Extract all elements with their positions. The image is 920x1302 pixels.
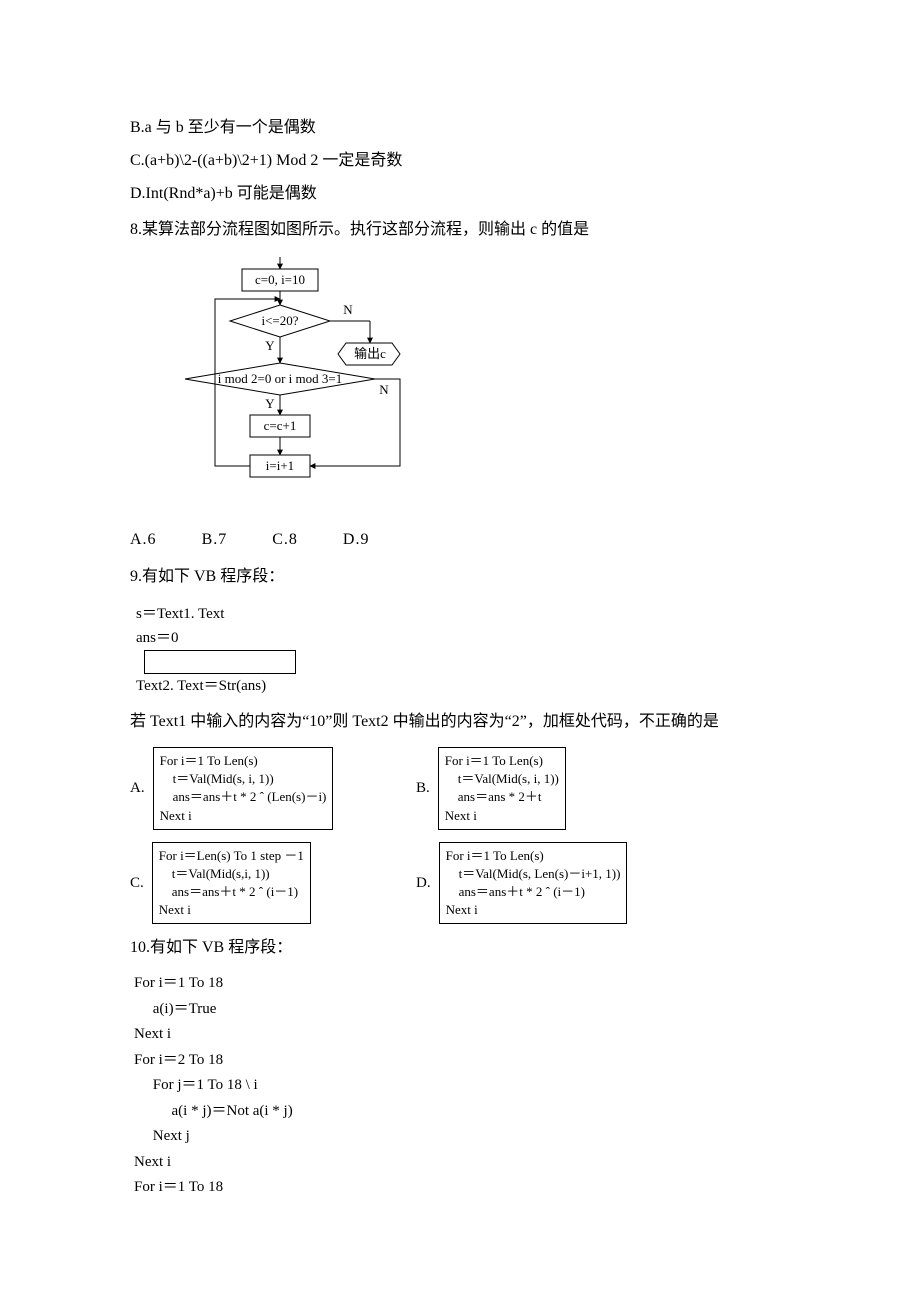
code-b: For i＝1 To Len(s) t＝Val(Mid(s, i, 1)) an… <box>438 747 566 830</box>
q8-b: B.7 <box>202 526 228 555</box>
fc-init: c=0, i=10 <box>255 272 305 287</box>
fc-y1: Y <box>265 338 275 353</box>
q8-a: A.6 <box>130 526 157 555</box>
fc-step: c=c+1 <box>264 418 297 433</box>
q9-code: s＝Text1. Text ans＝0 Text2. Text＝Str(ans) <box>136 602 790 699</box>
q10-code: For i＝1 To 18 a(i)＝True Next i For i＝2 T… <box>134 971 790 1201</box>
q9-opt-b: B. For i＝1 To Len(s) t＝Val(Mid(s, i, 1))… <box>416 747 696 830</box>
q9-l2: ans＝0 <box>136 626 790 650</box>
q9-opt-d: D. For i＝1 To Len(s) t＝Val(Mid(s, Len(s)… <box>416 842 696 925</box>
q9-title: 9.有如下 VB 程序段： <box>130 563 790 592</box>
fc-cond2: i mod 2=0 or i mod 3=1 <box>218 371 342 386</box>
q9-l1: s＝Text1. Text <box>136 602 790 626</box>
q9-opt-a: A. For i＝1 To Len(s) t＝Val(Mid(s, i, 1))… <box>130 747 400 830</box>
q9-l3: Text2. Text＝Str(ans) <box>136 674 790 698</box>
label-b: B. <box>416 775 430 802</box>
code-a: For i＝1 To Len(s) t＝Val(Mid(s, i, 1)) an… <box>153 747 334 830</box>
q8-d: D.9 <box>343 526 370 555</box>
fc-inc: i=i+1 <box>266 458 294 473</box>
fc-out: 输出c <box>354 346 386 361</box>
q8-choices: A.6 B.7 C.8 D.9 <box>130 526 790 555</box>
fc-cond1: i<=20? <box>261 313 298 328</box>
label-a: A. <box>130 775 145 802</box>
code-blank <box>144 650 296 674</box>
opt-b: B.a 与 b 至少有一个是偶数 <box>130 114 790 143</box>
q8-c: C.8 <box>272 526 298 555</box>
label-c: C. <box>130 870 144 897</box>
q9-opt-c: C. For i＝Len(s) To 1 step －1 t＝Val(Mid(s… <box>130 842 400 925</box>
flowchart-q8: c=0, i=10 i<=20? N 输出c Y i mod 2=0 or i … <box>160 255 790 516</box>
q9-blank-line <box>136 650 790 675</box>
q10-title: 10.有如下 VB 程序段： <box>130 934 790 963</box>
label-d: D. <box>416 870 431 897</box>
code-c: For i＝Len(s) To 1 step －1 t＝Val(Mid(s,i,… <box>152 842 311 925</box>
fc-y2: Y <box>265 396 275 411</box>
opt-c: C.(a+b)\2-((a+b)\2+1) Mod 2 一定是奇数 <box>130 147 790 176</box>
opt-d-q7: D.Int(Rnd*a)+b 可能是偶数 <box>130 180 790 209</box>
q9-options: A. For i＝1 To Len(s) t＝Val(Mid(s, i, 1))… <box>130 747 790 925</box>
fc-n1: N <box>343 302 353 317</box>
q8-stem: 8.某算法部分流程图如图所示。执行这部分流程，则输出 c 的值是 <box>130 216 790 245</box>
code-d: For i＝1 To Len(s) t＝Val(Mid(s, Len(s)－i+… <box>439 842 628 925</box>
q9-stem: 若 Text1 中输入的内容为“10”则 Text2 中输出的内容为“2”，加框… <box>130 708 790 737</box>
fc-n2: N <box>379 382 389 397</box>
